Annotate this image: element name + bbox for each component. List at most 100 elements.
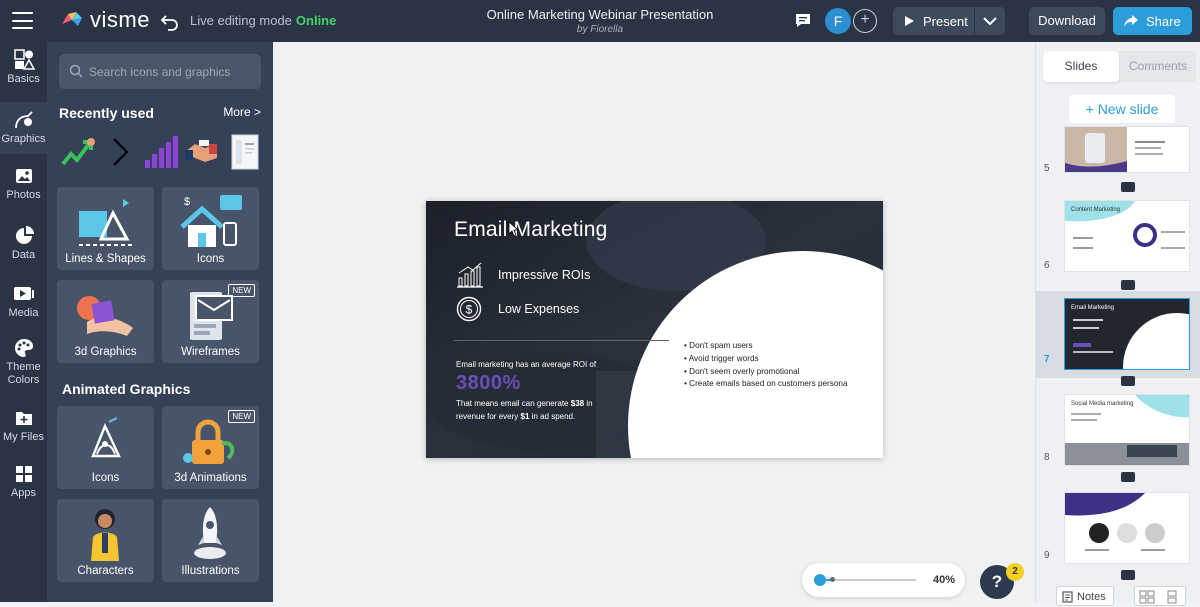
plus-icon: + [1085,101,1098,117]
card-label: 3d Animations [174,472,247,484]
transition-icon[interactable] [1121,472,1135,482]
slide-canvas[interactable]: Email Marketing Impressive ROIs $ Low Ex… [426,201,883,458]
rail-item-basics[interactable]: Basics [0,48,47,98]
card-characters[interactable]: Characters [57,499,154,582]
roi-note-part: in ad spend. [531,411,576,421]
bullet-item: Don't spam users [684,340,848,353]
rail-item-photos[interactable]: Photos [0,166,47,212]
slides-panel: Slides Comments + New slide 5 Content Ma… [1035,42,1200,602]
thumbnail-preview [1065,493,1165,551]
feature-low-expenses[interactable]: Low Expenses [498,302,579,316]
tab-comments[interactable]: Comments [1120,51,1196,82]
rail-item-graphics[interactable]: Graphics [0,102,47,154]
present-options-button[interactable] [975,7,1005,35]
slide-number: 5 [1044,163,1050,174]
recent-handshake-icon[interactable] [183,134,219,170]
left-rail: Basics Graphics Photos Data Media Theme … [0,42,47,602]
character-icon [91,509,119,561]
transition-icon[interactable] [1121,570,1135,580]
slide-number: 9 [1044,550,1050,561]
card-label: Lines & Shapes [65,253,146,265]
card-3d-graphics[interactable]: 3d Graphics [57,280,154,363]
slide-thumbnail-6[interactable]: Content Marketing [1064,200,1190,272]
new-slide-button[interactable]: + New slide [1069,95,1175,123]
search-icon [69,64,83,78]
slide-number: 6 [1044,260,1050,271]
text-cursor-icon [508,221,520,237]
add-collaborator-button[interactable]: + [853,9,877,33]
search-input[interactable]: Search icons and graphics [59,54,261,89]
files-icon [15,412,32,425]
top-bar: visme Live editing mode Online Online Mar… [0,0,1200,42]
svg-text:$: $ [466,303,473,317]
card-3d-animations[interactable]: NEW 3d Animations [162,406,259,489]
share-button[interactable]: Share [1113,7,1192,35]
media-icon [13,287,34,300]
slide-thumbnail-7[interactable]: Email Marketing [1064,298,1190,370]
rail-label: Data [11,249,36,261]
slide-thumbnail-9[interactable] [1064,492,1190,564]
animated-graphics-title: Animated Graphics [62,381,191,397]
tab-slides[interactable]: Slides [1043,51,1119,82]
share-label: Share [1146,13,1181,29]
recent-growth-arrow-icon[interactable] [61,134,97,170]
slide-thumbnail-8[interactable]: Social Media marketing [1064,394,1190,466]
card-label: Icons [196,253,225,265]
document-author: by Fiorella [576,24,624,35]
data-icon [15,226,34,244]
recent-document-icon[interactable] [227,134,263,170]
rail-item-my-files[interactable]: My Files [0,408,47,454]
card-animated-icons[interactable]: Icons [57,406,154,489]
svg-text:$: $ [184,196,190,208]
card-lines-shapes[interactable]: Lines & Shapes [57,187,154,270]
rocket-icon [194,507,226,559]
notes-button[interactable]: Notes [1056,586,1114,606]
rail-item-theme-colors[interactable]: Theme Colors [0,338,47,398]
card-wireframes[interactable]: NEW Wireframes [162,280,259,363]
share-icon [1124,15,1138,27]
recent-chevron-right-icon[interactable] [103,134,139,170]
roi-note-text[interactable]: That means email can generate $38 in rev… [456,398,596,423]
roi-note-amount: $38 [570,399,585,408]
play-icon [905,16,914,26]
transition-icon[interactable] [1121,280,1135,290]
notes-icon [1062,591,1073,603]
present-button[interactable]: Present [893,7,974,35]
slide-title[interactable]: Email Marketing [454,218,608,242]
card-label: Wireframes [181,346,240,358]
thumbnail-preview [1065,127,1165,172]
transition-icon[interactable] [1121,182,1135,192]
more-link[interactable]: More > [223,105,261,119]
rail-item-data[interactable]: Data [0,226,47,272]
palette-icon [14,339,33,357]
dollar-coin-icon[interactable]: $ [456,296,484,322]
document-title[interactable]: Online Marketing Webinar Presentation [0,7,1200,22]
roi-intro-text[interactable]: Email marketing has an average ROI of [456,360,596,369]
view-toggle[interactable] [1134,586,1186,606]
recent-bar-chart-icon[interactable] [143,134,179,170]
feature-impressive-rois[interactable]: Impressive ROIs [498,268,590,282]
rail-label: Graphics [1,133,46,145]
search-placeholder: Search icons and graphics [89,65,231,79]
notes-label: Notes [1077,591,1106,603]
photos-icon [15,169,32,183]
3d-graphics-icon [77,296,133,336]
card-illustrations[interactable]: Illustrations [162,499,259,582]
bullet-item: Create emails based on customers persona [684,378,847,391]
rail-item-media[interactable]: Media [0,284,47,330]
roi-value[interactable]: 3800% [456,372,521,395]
zoom-level[interactable]: 40% [933,574,955,586]
zoom-slider-handle[interactable] [814,574,826,586]
card-icons[interactable]: $ Icons [162,187,259,270]
tips-bullet-list[interactable]: Don't spam users Avoid trigger words Don… [684,340,848,391]
user-avatar[interactable]: F [825,8,851,34]
card-label: Characters [77,565,134,577]
panel-tabs: Slides Comments [1043,51,1196,82]
rail-item-apps[interactable]: Apps [0,464,47,510]
growth-chart-icon[interactable] [456,262,484,288]
download-button[interactable]: Download [1029,7,1105,35]
comment-icon[interactable] [795,13,811,28]
roi-note-dollar: $1 [520,411,530,421]
transition-icon[interactable] [1121,376,1135,386]
slide-thumbnail-5[interactable] [1064,126,1190,173]
